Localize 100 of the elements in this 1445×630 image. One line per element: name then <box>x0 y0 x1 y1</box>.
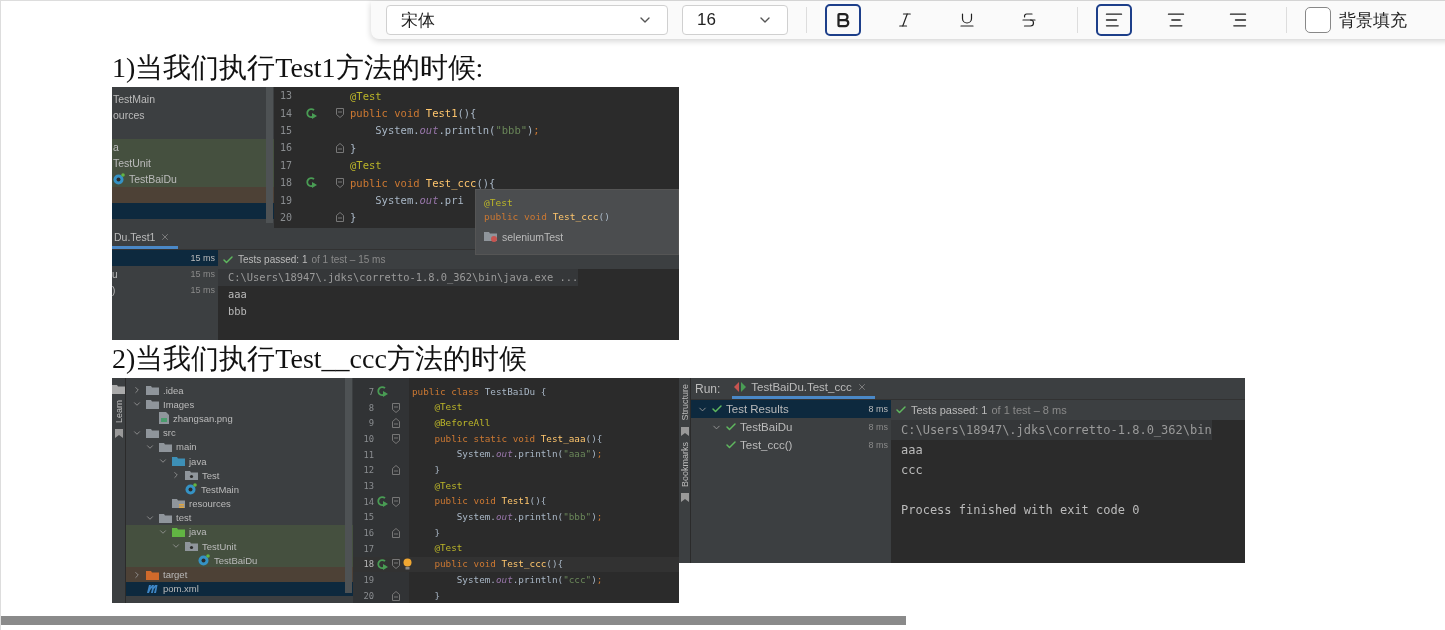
tree-item[interactable]: java <box>126 453 353 469</box>
tree-item[interactable]: TestBaiDu <box>112 171 274 187</box>
tree-item[interactable]: main <box>126 439 353 454</box>
folder-icon <box>159 441 172 452</box>
font-family-select[interactable]: 宋体 <box>386 5 668 35</box>
module-item[interactable]: seleniumTest <box>484 230 670 243</box>
line-number: 13 <box>278 90 292 102</box>
code-line: public void Test_ccc(){ <box>433 558 564 571</box>
tool-window-icon[interactable] <box>114 429 123 439</box>
resources-folder-icon <box>172 498 185 510</box>
run-gutter-icon[interactable] <box>305 177 317 189</box>
code-line: public class TestBaiDu { <box>412 385 547 399</box>
horizontal-scrollbar[interactable] <box>1 616 906 625</box>
line-number: 10 <box>362 433 374 444</box>
underline-icon <box>958 11 976 29</box>
tree-item[interactable]: TestMain <box>112 91 274 107</box>
tree-item[interactable]: Images <box>126 397 353 412</box>
check-icon <box>222 253 234 266</box>
fold-marker-icon[interactable] <box>336 108 344 119</box>
folder-icon <box>172 456 185 467</box>
check-icon <box>895 404 907 416</box>
fold-marker-icon[interactable] <box>392 402 400 413</box>
tree-item[interactable]: zhangsan.png <box>126 411 353 426</box>
fold-marker-icon[interactable] <box>392 590 400 601</box>
console-output: bbb <box>227 304 247 319</box>
lightbulb-icon[interactable] <box>402 558 412 571</box>
close-icon[interactable] <box>856 382 867 392</box>
bold-icon <box>834 11 852 29</box>
align-left-button[interactable] <box>1096 4 1132 36</box>
code-line: @Test <box>484 197 514 210</box>
command-line-text: C:\Users\18947\.jdks\corretto-1.8.0_362\bin <box>891 420 1212 440</box>
code-line: System.out.println("aaa"); <box>455 448 603 461</box>
console-output: ccc <box>900 462 923 479</box>
run-gutter-icon[interactable] <box>376 496 388 508</box>
fold-marker-icon[interactable] <box>392 433 400 444</box>
side-tab[interactable]: Structure <box>679 384 690 421</box>
side-tab[interactable]: Bookmarks <box>679 441 690 487</box>
scrollbar-thumb[interactable] <box>345 378 352 593</box>
scrollbar-thumb[interactable] <box>266 87 273 223</box>
code-line: @Test <box>433 542 463 555</box>
fold-marker-icon[interactable] <box>392 559 400 570</box>
fold-marker-icon[interactable] <box>336 142 344 153</box>
duration-text: 8 ms <box>868 440 888 450</box>
fold-marker-icon[interactable] <box>392 465 400 476</box>
fold-marker-icon[interactable] <box>336 177 344 188</box>
strikethrough-icon <box>1020 11 1038 29</box>
chevron-right-icon[interactable] <box>171 470 181 481</box>
tree-item[interactable] <box>112 203 274 219</box>
tree-item[interactable]: ources <box>112 107 274 123</box>
fold-marker-icon[interactable] <box>392 528 400 539</box>
code-line: public static void Test_aaa(){ <box>433 432 603 446</box>
fold-marker-icon[interactable] <box>336 212 344 223</box>
run-gutter-icon[interactable] <box>305 107 317 119</box>
tree-item[interactable]: target <box>126 567 353 582</box>
line-number: 11 <box>362 449 374 460</box>
test-result-item[interactable]: ) 15 ms <box>112 282 218 298</box>
font-size-select[interactable]: 16 <box>682 5 788 35</box>
tree-item[interactable]: .idea <box>126 383 353 398</box>
module-folder-icon <box>484 231 498 243</box>
test-result-item[interactable]: Test Results 8 ms <box>691 400 891 418</box>
command-line-text: C:\Users\18947\.jdks\corretto-1.8.0_362\bin\java.exe ... <box>218 269 579 286</box>
test-result-item[interactable]: Test_ccc() 8 ms <box>691 436 891 454</box>
maven-icon <box>146 584 159 594</box>
chevron-right-icon[interactable] <box>132 385 142 396</box>
folder-icon <box>172 526 185 537</box>
tree-item[interactable]: Test <box>126 468 353 483</box>
fold-marker-icon[interactable] <box>392 418 400 429</box>
fold-marker-icon[interactable] <box>392 496 400 507</box>
tests-passed-text: Tests passed: 1 <box>911 404 988 416</box>
code-line: public void Test1(){ <box>433 495 547 508</box>
tree-item[interactable]: TestUnit <box>126 539 353 554</box>
tree-item[interactable]: TestMain <box>126 482 353 497</box>
bold-button[interactable] <box>825 4 861 36</box>
tree-item[interactable]: resources <box>126 496 353 511</box>
image-file-icon <box>159 412 169 425</box>
run-gutter-icon[interactable] <box>376 386 388 398</box>
console-output: aaa <box>900 442 923 459</box>
duration-text: 8 ms <box>868 422 888 432</box>
tree-item[interactable]: TestUnit <box>112 155 274 171</box>
code-line: } <box>433 589 440 603</box>
line-number: 15 <box>362 512 374 523</box>
chevron-right-icon[interactable] <box>132 569 142 580</box>
tests-passed-text: Tests passed: 1 <box>238 254 308 265</box>
tree-item[interactable]: a <box>112 139 274 155</box>
test-result-item[interactable]: u 15 ms <box>112 266 218 282</box>
tree-item[interactable]: java <box>126 524 353 540</box>
tree-item[interactable]: TestBaiDu <box>126 553 353 568</box>
side-tab[interactable]: Learn <box>113 400 124 424</box>
close-icon[interactable] <box>160 232 171 242</box>
line-number: 9 <box>367 418 374 429</box>
test-result-item[interactable]: 15 ms <box>112 250 218 266</box>
folder-icon <box>112 384 125 394</box>
tree-item[interactable]: test <box>126 510 353 525</box>
tree-item[interactable]: src <box>126 425 353 440</box>
test-run-icon <box>734 382 747 392</box>
code-line: @Test <box>433 401 463 414</box>
run-gutter-icon[interactable] <box>376 558 388 570</box>
test-result-item[interactable]: TestBaiDu 8 ms <box>691 418 891 436</box>
checkbox[interactable] <box>1305 7 1331 33</box>
line-number: 17 <box>278 159 292 171</box>
